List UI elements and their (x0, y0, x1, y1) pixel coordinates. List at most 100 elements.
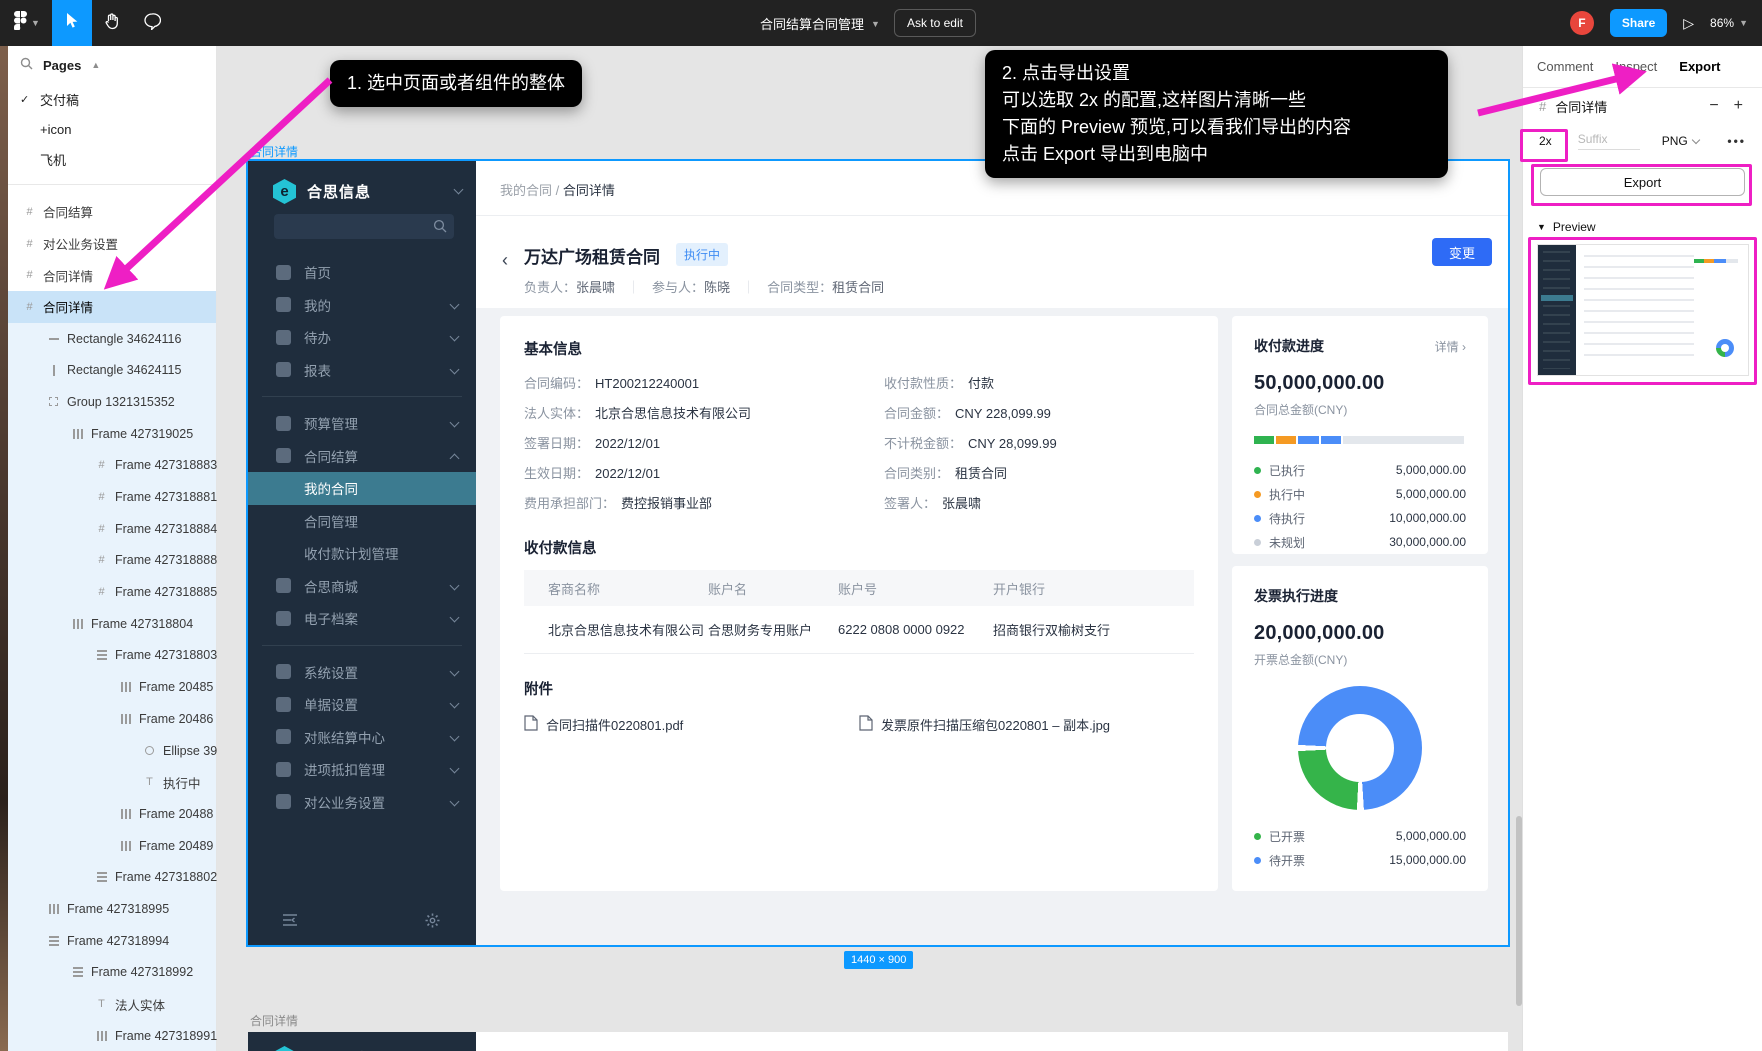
sidebar-subitem-收付款计划管理[interactable]: 收付款计划管理 (248, 537, 476, 570)
layer-row[interactable]: # Frame 427318884 (8, 512, 217, 545)
pages-header[interactable]: Pages (43, 58, 81, 73)
layer-row[interactable]: Group 1321315352 (8, 386, 216, 418)
annotation-step1: 1. 选中页面或者组件的整体 (330, 60, 583, 107)
app-logo[interactable]: e 合思信息 (272, 179, 464, 204)
layer-row[interactable]: # 对公业务设置 (8, 228, 216, 260)
layer-row[interactable]: # Frame 427318888 (8, 544, 218, 577)
sidebar-item-系统设置[interactable]: 系统设置 (248, 656, 476, 689)
sidebar-item-对公业务设置[interactable]: 对公业务设置 (248, 786, 476, 819)
layer-name: 执行中 (163, 776, 201, 791)
layer-row[interactable]: # Frame 427318885 (8, 576, 217, 608)
sidebar-item-合同结算[interactable]: 合同结算 (248, 440, 476, 473)
suffix-input[interactable]: Suffix (1577, 132, 1640, 150)
layer-row[interactable]: Frame 427318994 (8, 924, 216, 957)
search-icon[interactable] (20, 57, 33, 73)
add-export-icon[interactable]: + (1731, 97, 1746, 115)
sidebar-item-我的[interactable]: 我的 (248, 289, 476, 322)
layer-row[interactable]: # 合同详情 (8, 291, 216, 323)
export-scale-select[interactable]: 2x (1539, 134, 1552, 148)
ask-to-edit-button[interactable]: Ask to edit (893, 9, 976, 37)
layer-row[interactable]: # 合同详情 (8, 259, 216, 291)
artboard-contract-detail[interactable]: e 合思信息 首页 我的 待办 报表预算管理 合同结算 我的合同 合同管理 收付款计划管理 合思… (248, 161, 1508, 945)
info-row: 法人实体： 北京合思信息技术有限公司 (524, 399, 864, 429)
layer-row[interactable]: T 法人实体 (8, 988, 216, 1020)
comment-tool-button[interactable] (132, 0, 172, 46)
tab-export[interactable]: Export (1679, 59, 1720, 74)
layer-row[interactable]: Frame 20485 (8, 671, 216, 703)
user-avatar[interactable]: F (1569, 11, 1594, 35)
artboard-contract-detail-2[interactable]: e 合思信息 我的合同 / 合同详情 ⋮ (248, 1032, 1508, 1051)
preview-section-header[interactable]: ▼ Preview (1537, 220, 1762, 234)
layer-row[interactable]: Frame 427318992 (8, 956, 216, 989)
info-row: 签署日期： 2022/12/01 (524, 429, 864, 459)
frame-layer-icon: # (26, 300, 33, 313)
collapse-sidebar-icon[interactable] (282, 913, 298, 933)
export-button[interactable]: Export (1540, 168, 1745, 196)
zoom-chevron-icon: ▼ (1739, 18, 1748, 28)
file-title[interactable]: 合同结算合同管理 ▼ (760, 14, 880, 33)
share-button[interactable]: Share (1609, 9, 1668, 37)
move-tool-button[interactable] (51, 0, 92, 46)
attachment-item[interactable]: 发票原件扫描压缩包0220801 – 副本.jpg (859, 715, 1194, 734)
sidebar-item-待办[interactable]: 待办 (248, 321, 476, 354)
canvas[interactable]: 合同详情 e 合思信息 首页 我的 待办 报表预算管理 合同结算 我的合同 合同管理 收付款计… (8, 46, 1522, 1051)
chevron-up-icon (449, 453, 460, 463)
sidebar-item-报表[interactable]: 报表 (248, 354, 476, 387)
layer-row[interactable]: Frame 427318995 (8, 893, 216, 925)
artboard2-label[interactable]: 合同详情 (250, 1012, 298, 1029)
artboard-label[interactable]: 合同详情 (250, 143, 298, 160)
layer-name: Frame 427318888 (115, 553, 218, 568)
details-link[interactable]: 详情 › (1435, 338, 1466, 355)
layer-row[interactable]: Rectangle 34624116 (8, 322, 216, 355)
sidebar-subitem-合同管理[interactable]: 合同管理 (248, 505, 476, 538)
layer-row[interactable]: # 合同结算 (8, 196, 216, 228)
export-options-icon[interactable]: ••• (1727, 134, 1746, 148)
layer-row[interactable]: Rectangle 34624115 (8, 354, 216, 387)
sidebar-item-电子档案[interactable]: 电子档案 (248, 602, 476, 635)
payment-table-row[interactable]: 北京合思信息技术有限公司 合思财务专用账户 6222 0808 0000 0922 招… (524, 606, 1194, 654)
change-button[interactable]: 变更 (1432, 238, 1492, 266)
layer-row[interactable]: # Frame 427318881 (8, 481, 217, 513)
zoom-control[interactable]: 86% ▼ (1710, 16, 1748, 30)
layer-row[interactable]: # Frame 427318883 (8, 449, 217, 482)
sidebar-item-进项抵扣管理[interactable]: 进项抵扣管理 (248, 753, 476, 786)
page-item[interactable]: +icon (8, 114, 216, 144)
remove-export-icon[interactable]: − (1706, 97, 1721, 115)
sidebar-item-合思商城[interactable]: 合思商城 (248, 570, 476, 603)
layer-row[interactable]: Frame 427318991 (8, 1019, 217, 1051)
breadcrumb[interactable]: 我的合同 / 合同详情 (500, 180, 615, 199)
main-menu-button[interactable]: ▼ (0, 0, 52, 46)
page-item[interactable]: 飞机 (8, 144, 216, 174)
layer-row[interactable]: Frame 427318803 (8, 639, 217, 672)
present-icon[interactable]: ▷ (1683, 15, 1694, 32)
attachment-item[interactable]: 合同扫描件0220801.pdf (524, 715, 859, 734)
info-row: 合同金额： CNY 228,099.99 (884, 399, 1194, 429)
back-chevron-icon[interactable]: ‹ (502, 250, 508, 271)
app-search-input[interactable] (274, 214, 454, 239)
layer-row[interactable]: Frame 427319025 (8, 417, 216, 450)
sidebar-item-对账结算中心[interactable]: 对账结算中心 (248, 721, 476, 754)
layer-row[interactable]: Frame 20488 (8, 798, 216, 830)
gear-icon[interactable] (425, 913, 440, 933)
layer-row[interactable]: Frame 20489 (8, 829, 216, 862)
layer-row[interactable]: Frame 20486 (8, 703, 216, 735)
format-select[interactable]: PNG (1662, 134, 1700, 148)
tab-inspect[interactable]: Inspect (1615, 59, 1657, 74)
tab-comment[interactable]: Comment (1537, 59, 1593, 74)
hand-tool-button[interactable] (92, 0, 132, 46)
frame-layer-icon: # (98, 522, 105, 535)
layer-row[interactable]: T 执行中 (8, 766, 216, 799)
legend-amount: 5,000,000.00 (1395, 487, 1466, 501)
chevron-down-icon (449, 796, 460, 806)
sidebar-item-单据设置[interactable]: 单据设置 (248, 688, 476, 721)
sidebar-item-首页[interactable]: 首页 (248, 256, 476, 289)
app-logo-2[interactable]: e 合思信息 (272, 1046, 462, 1051)
layer-row[interactable]: Frame 427318804 (8, 607, 216, 640)
layer-row[interactable]: Ellipse 39 (8, 734, 217, 767)
pages-collapse-icon[interactable]: ▲ (91, 60, 100, 70)
sidebar-subitem-我的合同[interactable]: 我的合同 (248, 472, 476, 505)
layer-row[interactable]: Frame 427318802 (8, 861, 217, 894)
legend-amount: 10,000,000.00 (1389, 511, 1466, 525)
sidebar-item-预算管理[interactable]: 预算管理 (248, 407, 476, 440)
page-item[interactable]: ✓ 交付稿 (8, 84, 216, 114)
